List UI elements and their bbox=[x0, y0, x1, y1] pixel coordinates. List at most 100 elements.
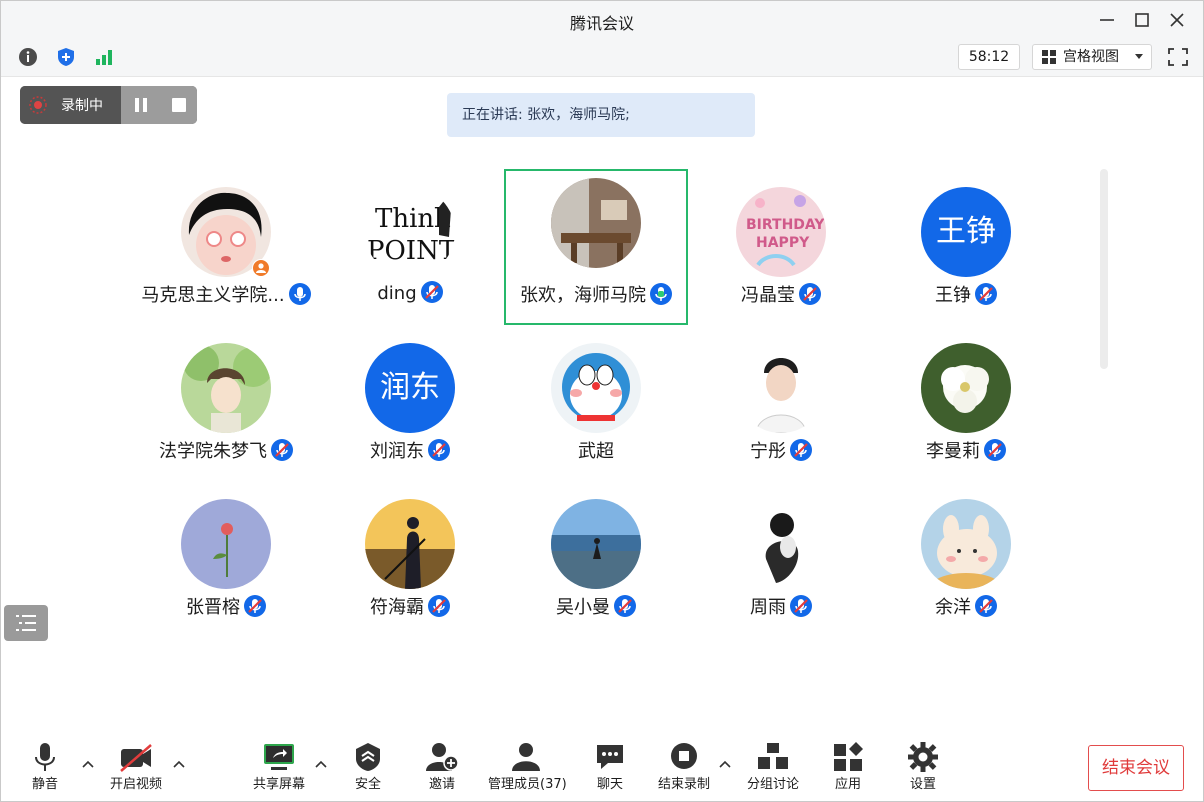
apps-button[interactable]: 应用 bbox=[830, 729, 866, 801]
share-screen-button[interactable]: 共享屏幕 bbox=[253, 729, 305, 801]
participant-tile[interactable]: 周雨 bbox=[689, 481, 873, 637]
avatar-text: 润东 bbox=[365, 343, 455, 433]
start-video-label: 开启视频 bbox=[109, 777, 162, 792]
meeting-window: 腾讯会议 58:12 宫格视图 录制中 正在讲话: 张欢，海师马院; 马克思主义… bbox=[0, 0, 1204, 802]
stop-record-icon bbox=[671, 743, 697, 769]
participant-name: 李曼莉 bbox=[926, 441, 980, 462]
avatar bbox=[921, 343, 1011, 433]
participant-tile[interactable]: 吴小曼 bbox=[504, 481, 688, 637]
avatar: BIRTHDAY HAPPY bbox=[736, 187, 826, 277]
close-icon[interactable] bbox=[1167, 10, 1187, 30]
participant-tile[interactable]: Think POINT ding bbox=[318, 169, 502, 325]
start-video-button[interactable]: 开启视频 bbox=[110, 729, 162, 801]
view-selector[interactable]: 宫格视图 bbox=[1032, 44, 1152, 70]
shield-icon bbox=[356, 743, 380, 771]
member-list-toggle[interactable] bbox=[4, 605, 48, 641]
signal-icon[interactable] bbox=[93, 46, 115, 68]
svg-text:POINT: POINT bbox=[367, 236, 455, 266]
apps-icon bbox=[834, 742, 863, 771]
participant-name: 宁彤 bbox=[750, 441, 786, 462]
end-recording-label: 结束录制 bbox=[657, 777, 710, 792]
participant-tile[interactable]: BIRTHDAY HAPPY 冯晶莹 bbox=[689, 169, 873, 325]
end-meeting-button[interactable]: 结束会议 bbox=[1088, 745, 1184, 791]
participant-name: 符海霸 bbox=[370, 597, 424, 618]
chat-icon bbox=[597, 745, 623, 769]
security-button[interactable]: 安全 bbox=[350, 729, 386, 801]
mute-button[interactable]: 静音 bbox=[27, 729, 63, 801]
microphone-muted-icon bbox=[614, 595, 636, 617]
svg-text:Think: Think bbox=[375, 204, 450, 234]
grid-view-icon bbox=[1042, 50, 1056, 64]
window-title: 腾讯会议 bbox=[569, 14, 634, 33]
participant-tile[interactable]: 润东 刘润东 bbox=[318, 325, 502, 481]
add-user-icon bbox=[426, 743, 459, 771]
participant-name: 吴小曼 bbox=[556, 597, 610, 618]
meeting-timer: 58:12 bbox=[958, 44, 1020, 70]
gear-icon bbox=[908, 742, 938, 772]
participant-name: 余洋 bbox=[935, 597, 971, 618]
participant-name: 冯晶莹 bbox=[741, 285, 795, 306]
security-shield-icon[interactable] bbox=[55, 46, 77, 68]
microphone-muted-icon bbox=[428, 595, 450, 617]
speaking-banner: 正在讲话: 张欢，海师马院; bbox=[447, 93, 755, 137]
pause-recording-icon[interactable] bbox=[133, 97, 149, 113]
info-bar: 58:12 宫格视图 bbox=[1, 38, 1203, 77]
grid-scrollbar[interactable] bbox=[1100, 169, 1108, 369]
participant-name: 法学院朱梦飞 bbox=[159, 441, 267, 462]
breakout-rooms-icon bbox=[758, 743, 788, 769]
participant-name: 武超 bbox=[578, 441, 614, 462]
participant-tile[interactable]: 武超 bbox=[504, 325, 688, 481]
breakout-rooms-button[interactable]: 分组讨论 bbox=[747, 729, 799, 801]
apps-label: 应用 bbox=[834, 777, 861, 792]
list-icon bbox=[16, 615, 36, 631]
invite-button[interactable]: 邀请 bbox=[424, 729, 460, 801]
share-screen-icon bbox=[264, 744, 294, 770]
participant-tile[interactable]: 余洋 bbox=[874, 481, 1058, 637]
share-options-chevron-icon[interactable] bbox=[314, 759, 328, 769]
svg-text:BIRTHDAY: BIRTHDAY bbox=[746, 217, 825, 233]
share-screen-label: 共享屏幕 bbox=[252, 777, 305, 792]
microphone-muted-icon bbox=[799, 283, 821, 305]
breakout-rooms-label: 分组讨论 bbox=[746, 777, 799, 792]
maximize-icon[interactable] bbox=[1132, 10, 1152, 30]
microphone-muted-icon bbox=[244, 595, 266, 617]
mute-options-chevron-icon[interactable] bbox=[81, 759, 95, 769]
recording-dot-icon bbox=[29, 96, 47, 114]
manage-members-button[interactable]: 管理成员(37) bbox=[488, 729, 567, 801]
recording-label: 录制中 bbox=[61, 98, 103, 114]
microphone-muted-icon bbox=[271, 439, 293, 461]
minimize-icon[interactable] bbox=[1097, 10, 1117, 30]
participant-tile[interactable]: 宁彤 bbox=[689, 325, 873, 481]
participant-tile[interactable]: 法学院朱梦飞 bbox=[134, 325, 318, 481]
chevron-down-icon bbox=[1135, 54, 1143, 59]
security-label: 安全 bbox=[354, 777, 381, 792]
avatar bbox=[365, 499, 455, 589]
fullscreen-icon[interactable] bbox=[1166, 46, 1190, 68]
view-label: 宫格视图 bbox=[1063, 49, 1119, 65]
participant-name: 张欢，海师马院 bbox=[520, 285, 646, 306]
participant-name: 马克思主义学院... bbox=[141, 285, 285, 306]
video-off-icon bbox=[120, 744, 152, 772]
participant-tile[interactable]: 王铮 王铮 bbox=[874, 169, 1058, 325]
end-recording-button[interactable]: 结束录制 bbox=[658, 729, 710, 801]
settings-button[interactable]: 设置 bbox=[905, 729, 941, 801]
invite-label: 邀请 bbox=[428, 777, 455, 792]
microphone-muted-icon bbox=[984, 439, 1006, 461]
bottom-toolbar: 静音 开启视频 共享屏幕 安全 邀请 管理成员(37) 聊天 结束录制 分组讨论… bbox=[1, 729, 1203, 801]
participant-name: 刘润东 bbox=[370, 441, 424, 462]
stop-recording-icon[interactable] bbox=[171, 97, 187, 113]
participant-tile[interactable]: 马克思主义学院... bbox=[134, 169, 318, 325]
video-options-chevron-icon[interactable] bbox=[172, 759, 186, 769]
participant-tile[interactable]: 符海霸 bbox=[318, 481, 502, 637]
avatar-text: 王铮 bbox=[921, 187, 1011, 277]
participant-tile-active-speaker[interactable]: 张欢，海师马院 bbox=[504, 169, 688, 325]
participant-tile[interactable]: 李曼莉 bbox=[874, 325, 1058, 481]
chat-button[interactable]: 聊天 bbox=[592, 729, 628, 801]
recording-options-chevron-icon[interactable] bbox=[718, 759, 732, 769]
info-icon[interactable] bbox=[17, 46, 39, 68]
avatar bbox=[921, 499, 1011, 589]
microphone-speaking-icon bbox=[650, 283, 672, 305]
mute-label: 静音 bbox=[31, 777, 58, 792]
members-icon bbox=[512, 743, 540, 771]
participant-tile[interactable]: 张晋榕 bbox=[134, 481, 318, 637]
